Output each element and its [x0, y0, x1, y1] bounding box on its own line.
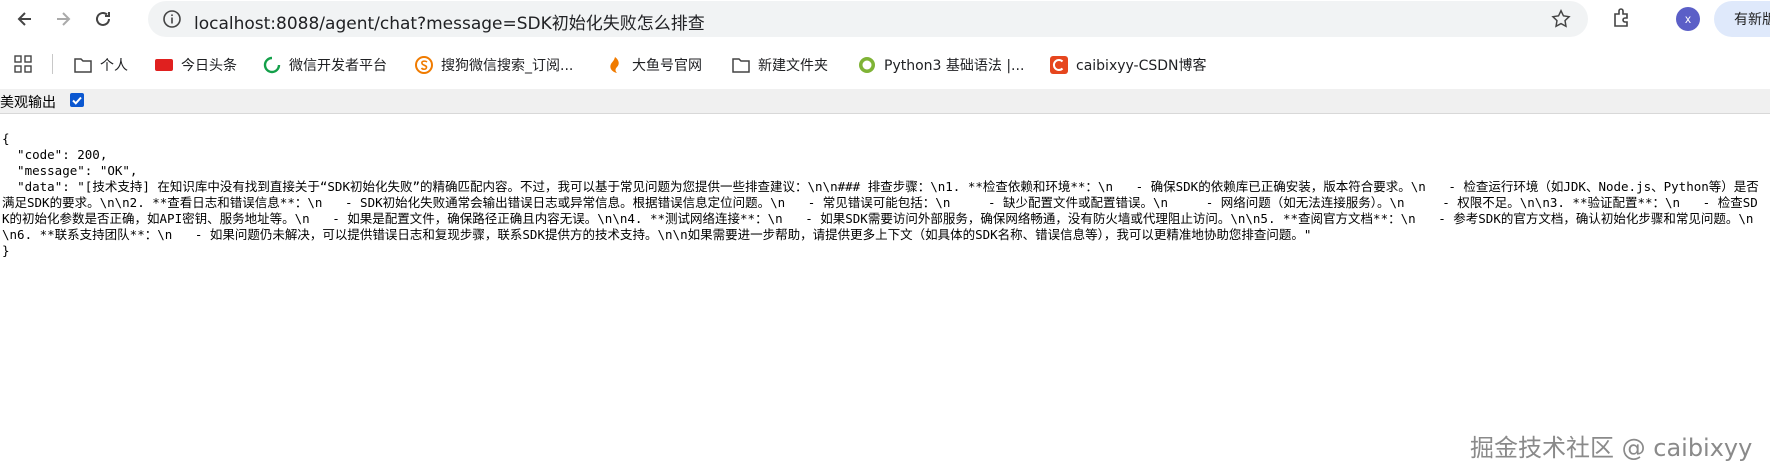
bookmark-item[interactable]: Python3 基础语法 |... [858, 55, 1024, 75]
extensions-icon[interactable] [1610, 6, 1634, 30]
checkmark-icon [72, 96, 82, 105]
forward-button[interactable] [49, 5, 77, 33]
json-response: { "code": 200, "message": "OK", "data": … [2, 131, 1768, 259]
url-text[interactable]: localhost:8088/agent/chat?message=SDK初始化… [194, 9, 705, 34]
pretty-print-checkbox[interactable] [70, 93, 84, 107]
forward-arrow-icon [57, 12, 71, 26]
browser-toolbar: localhost:8088/agent/chat?message=SDK初始化… [0, 0, 1770, 37]
back-button[interactable] [11, 5, 39, 33]
dayu-icon [606, 56, 624, 74]
apps-button[interactable] [14, 55, 40, 73]
csdn-icon [1050, 56, 1068, 74]
bookmark-item[interactable]: 微信开发者平台 [263, 55, 387, 75]
json-message-line: "message": "OK", [2, 163, 138, 178]
bookmarks-bar: 个人 今日头条 微信开发者平台 搜狗微信搜索_订阅... 大鱼号官网 新建文件夹… [0, 47, 1770, 81]
bookmark-item[interactable]: 搜狗微信搜索_订阅... [415, 55, 573, 75]
bookmark-item[interactable]: 今日头条 [155, 55, 237, 75]
bookmark-item[interactable]: 大鱼号官网 [606, 55, 702, 75]
watermark: 掘金技术社区 @ caibixyy [1470, 434, 1753, 462]
wechat-dev-icon [263, 56, 281, 74]
sogou-icon [415, 56, 433, 74]
site-info-icon[interactable] [162, 9, 182, 29]
profile-avatar[interactable]: x [1676, 7, 1700, 31]
bookmark-star-icon[interactable] [1550, 8, 1572, 30]
json-open-brace: { [2, 131, 10, 146]
json-viewer-toolbar: 美观输出 [0, 89, 1770, 114]
address-bar[interactable]: localhost:8088/agent/chat?message=SDK初始化… [148, 1, 1588, 37]
new-version-button[interactable]: 有新版 [1714, 1, 1770, 37]
toutiao-icon [155, 56, 173, 74]
json-close-brace: } [2, 243, 10, 258]
folder-icon [74, 56, 92, 74]
pretty-print-label: 美观输出 [0, 95, 56, 111]
reload-button[interactable] [89, 5, 117, 33]
bookmark-item[interactable]: caibixyy-CSDN博客 [1050, 55, 1207, 75]
bookmark-item[interactable]: 新建文件夹 [732, 55, 828, 75]
apps-grid-icon [14, 55, 32, 73]
folder-icon [732, 56, 750, 74]
json-data-line: "data": "[技术支持] 在知识库中没有找到直接关于“SDK初始化失败”的… [2, 179, 1759, 242]
bookmarks-separator [52, 54, 53, 74]
bookmark-item[interactable]: 个人 [74, 55, 128, 75]
json-code-line: "code": 200, [2, 147, 108, 162]
runoob-icon [858, 56, 876, 74]
back-arrow-icon [17, 12, 31, 26]
reload-icon [96, 11, 110, 26]
